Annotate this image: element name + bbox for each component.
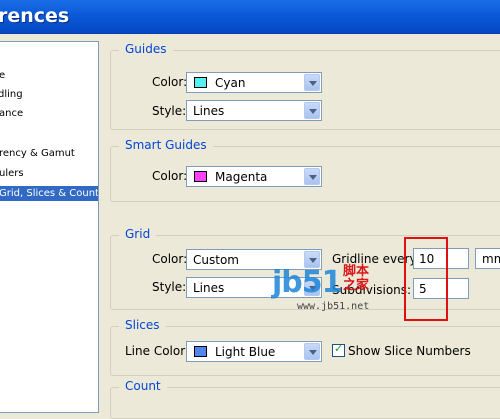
- grid-color-value: Custom: [193, 253, 239, 267]
- show-slice-numbers-label[interactable]: Show Slice Numbers: [348, 344, 471, 358]
- smart-guides-color-value: Magenta: [215, 170, 268, 184]
- chevron-down-icon[interactable]: [304, 74, 320, 91]
- count-legend: Count: [119, 379, 167, 393]
- sidebar-item-label: ulers: [0, 168, 24, 179]
- sidebar-item-label: e: [0, 68, 5, 83]
- chevron-down-icon[interactable]: [304, 102, 320, 119]
- show-slice-numbers-checkbox[interactable]: [332, 342, 345, 357]
- sidebar-item-label: ance: [0, 108, 24, 119]
- slices-legend: Slices: [119, 318, 166, 332]
- magenta-swatch: [194, 171, 207, 182]
- chevron-down-icon[interactable]: [304, 168, 320, 185]
- grid-color-label: Color:: [152, 252, 188, 266]
- sidebar-item-label: Grid, Slices & Count: [0, 188, 99, 199]
- smart-guides-color-dropdown[interactable]: Magenta: [186, 166, 322, 187]
- sidebar-item-grid-slices-count[interactable]: Grid, Slices & Count: [0, 186, 98, 201]
- sidebar-item-general[interactable]: e: [0, 68, 98, 83]
- watermark-cn-line2: 之家: [343, 278, 370, 293]
- sidebar-item-performance[interactable]: ance: [0, 106, 98, 121]
- guides-color-value: Cyan: [215, 76, 246, 90]
- title-bar: rences: [0, 0, 500, 34]
- chevron-down-icon[interactable]: [304, 343, 320, 360]
- sidebar-item-label: dling: [0, 89, 23, 100]
- highlight-box: [404, 237, 448, 321]
- watermark-cn: 脚本 之家: [343, 265, 369, 293]
- smart-guides-color-label: Color:: [152, 169, 188, 183]
- guides-color-label: Color:: [152, 75, 188, 89]
- watermark-logo: jb51: [272, 265, 343, 300]
- window-title: rences: [0, 5, 70, 27]
- grid-style-value: Lines: [193, 281, 225, 295]
- slices-line-color-dropdown[interactable]: Light Blue: [186, 341, 322, 362]
- guides-style-label: Style:: [152, 104, 187, 118]
- grid-legend: Grid: [119, 227, 157, 241]
- guides-color-dropdown[interactable]: Cyan: [186, 72, 322, 93]
- gridline-unit-dropdown[interactable]: mm: [475, 248, 500, 269]
- preferences-category-list[interactable]: e dling ance rency & Gamut ulers Grid, S…: [0, 41, 99, 413]
- guides-legend: Guides: [119, 42, 173, 56]
- grid-style-label: Style:: [152, 280, 187, 294]
- sidebar-item-file-handling[interactable]: dling: [0, 87, 98, 102]
- guides-style-dropdown[interactable]: Lines: [186, 100, 322, 121]
- sidebar-item-units-rulers[interactable]: ulers: [0, 166, 98, 181]
- slices-line-color-label: Line Color:: [125, 344, 189, 358]
- sidebar-item-label: rency & Gamut: [0, 148, 75, 159]
- cyan-swatch: [194, 77, 207, 88]
- watermark-cn-line1: 脚本: [343, 264, 370, 279]
- smart-guides-legend: Smart Guides: [119, 138, 213, 152]
- count-group: Count: [110, 379, 500, 419]
- sidebar-item-transparency-gamut[interactable]: rency & Gamut: [0, 146, 98, 161]
- light-blue-swatch: [194, 346, 207, 357]
- guides-style-value: Lines: [193, 104, 225, 118]
- gridline-unit-value: mm: [482, 252, 500, 266]
- watermark-url: www.jb51.net: [297, 301, 370, 312]
- slices-line-color-value: Light Blue: [215, 345, 276, 359]
